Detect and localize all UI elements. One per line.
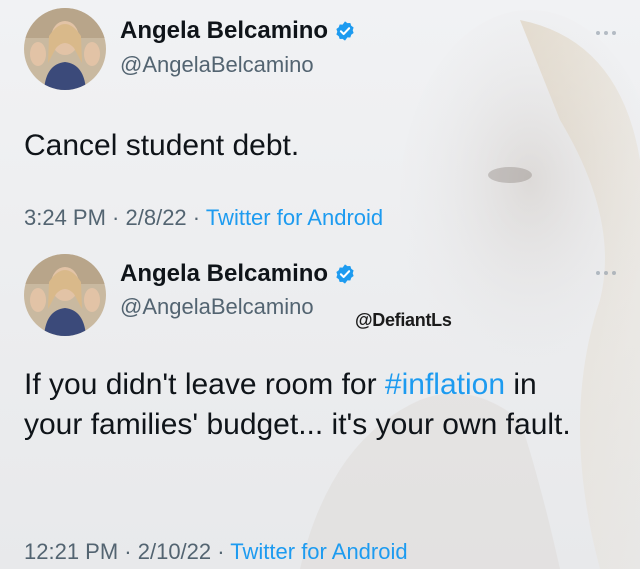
tweet-time[interactable]: 3:24 PM: [24, 205, 106, 230]
more-options-icon[interactable]: [594, 28, 618, 38]
tweet-1: Angela Belcamino @AngelaBelcamino Cancel…: [0, 0, 640, 250]
tweet-meta: 3:24 PM · 2/8/22 · Twitter for Android: [24, 205, 383, 231]
tweet-date[interactable]: 2/10/22: [138, 539, 211, 564]
author-name-row[interactable]: Angela Belcamino: [120, 17, 356, 45]
hashtag-link[interactable]: #inflation: [385, 368, 505, 401]
display-name[interactable]: Angela Belcamino: [120, 17, 328, 45]
tweet-text: Cancel student debt.: [24, 129, 300, 162]
verified-badge-icon: [336, 264, 354, 284]
separator: ·: [186, 205, 206, 230]
tweet-meta: 12:21 PM · 2/10/22 · Twitter for Android: [24, 539, 408, 565]
tweet-source[interactable]: Twitter for Android: [206, 205, 383, 230]
author-name-row[interactable]: Angela Belcamino: [120, 260, 356, 288]
separator: ·: [118, 539, 138, 564]
watermark: @DefiantLs: [355, 310, 452, 330]
avatar[interactable]: [24, 8, 106, 90]
more-options-icon[interactable]: [594, 268, 618, 278]
separator: ·: [211, 539, 231, 564]
tweet-text: If you didn't leave room for #inflation …: [24, 365, 600, 445]
handle[interactable]: @AngelaBelcamino: [120, 294, 314, 320]
verified-badge-icon: [336, 21, 354, 41]
handle[interactable]: @AngelaBelcamino: [120, 52, 314, 78]
tweet-date[interactable]: 2/8/22: [126, 205, 187, 230]
tweet-time[interactable]: 12:21 PM: [24, 539, 118, 564]
display-name[interactable]: Angela Belcamino: [120, 260, 328, 288]
tweet-2: Angela Belcamino @AngelaBelcamino If you…: [0, 250, 640, 569]
separator: ·: [105, 205, 126, 230]
tweet-source[interactable]: Twitter for Android: [230, 539, 407, 564]
tweet-text-start: If you didn't leave room for: [24, 368, 385, 401]
avatar[interactable]: [24, 254, 106, 336]
